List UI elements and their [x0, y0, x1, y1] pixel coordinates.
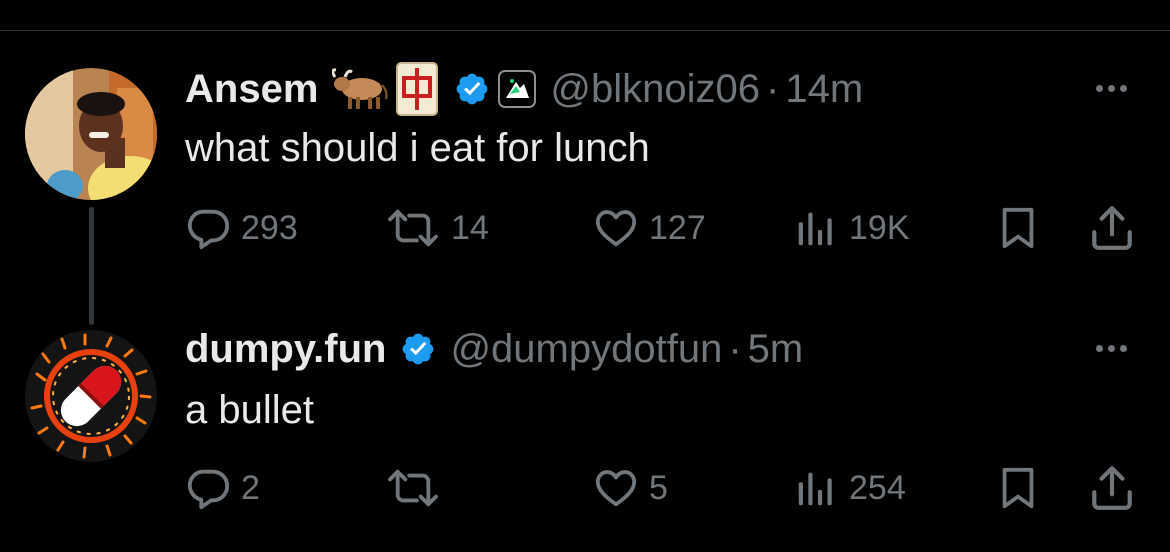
repost-button[interactable] [385, 463, 451, 513]
more-icon[interactable] [1096, 345, 1127, 352]
timestamp[interactable]: 14m [785, 67, 863, 112]
repost-count: 14 [451, 208, 489, 247]
reply-button[interactable]: 293 [185, 203, 298, 253]
reply-count: 293 [241, 208, 298, 247]
badge-icon[interactable] [498, 70, 537, 108]
views-button[interactable]: 19K [793, 203, 910, 253]
like-button[interactable]: 127 [593, 203, 706, 253]
handle[interactable]: @blknoiz06 [550, 67, 760, 112]
avatar-dumpy[interactable] [25, 330, 157, 462]
tweet-text: what should i eat for lunch [185, 126, 650, 170]
tweet-text: a bullet [185, 388, 314, 432]
tweet-actions: 293 14 127 19K [185, 203, 1140, 253]
views-icon [798, 472, 832, 506]
thread-connector-line [89, 207, 94, 325]
display-name[interactable]: dumpy.fun [185, 327, 386, 372]
like-count: 5 [649, 468, 668, 507]
display-name[interactable]: Ansem [185, 67, 318, 112]
reply-count: 2 [241, 468, 260, 507]
share-button[interactable] [1087, 203, 1137, 253]
views-button[interactable]: 254 [793, 463, 906, 513]
separator-dot: · [728, 326, 742, 371]
repost-icon [388, 209, 438, 247]
avatar-ansem[interactable] [25, 68, 157, 200]
heart-icon [595, 470, 637, 507]
mahjong-red-dragon-emoji [396, 62, 439, 116]
tweet-actions: 2 5 254 [185, 463, 1140, 513]
tweet-header: dumpy.fun @dumpydotfun · 5m [185, 324, 803, 374]
cow-emoji [332, 67, 388, 111]
like-button[interactable]: 5 [593, 463, 668, 513]
bookmark-button[interactable] [995, 463, 1041, 513]
views-count: 254 [849, 468, 906, 507]
separator-dot: · [766, 66, 780, 111]
heart-icon [595, 210, 637, 247]
reply-button[interactable]: 2 [185, 463, 260, 513]
reply-icon [187, 209, 230, 250]
tweet-header: Ansem @blknoiz06 · 14m [185, 62, 863, 116]
share-icon [1092, 466, 1132, 510]
timestamp[interactable]: 5m [748, 327, 804, 372]
bookmark-icon [1002, 207, 1034, 249]
repost-icon [388, 469, 438, 507]
share-icon [1092, 206, 1132, 250]
bookmark-button[interactable] [995, 203, 1041, 253]
views-count: 19K [849, 208, 910, 247]
more-icon[interactable] [1096, 85, 1127, 92]
repost-button[interactable]: 14 [385, 203, 489, 253]
like-count: 127 [649, 208, 706, 247]
top-divider [0, 30, 1170, 31]
verified-badge-icon[interactable] [400, 331, 436, 367]
bookmark-icon [1002, 467, 1034, 509]
verified-badge-icon[interactable] [454, 71, 490, 107]
reply-icon [187, 469, 230, 510]
views-icon [798, 212, 832, 246]
share-button[interactable] [1087, 463, 1137, 513]
handle[interactable]: @dumpydotfun [450, 327, 722, 372]
